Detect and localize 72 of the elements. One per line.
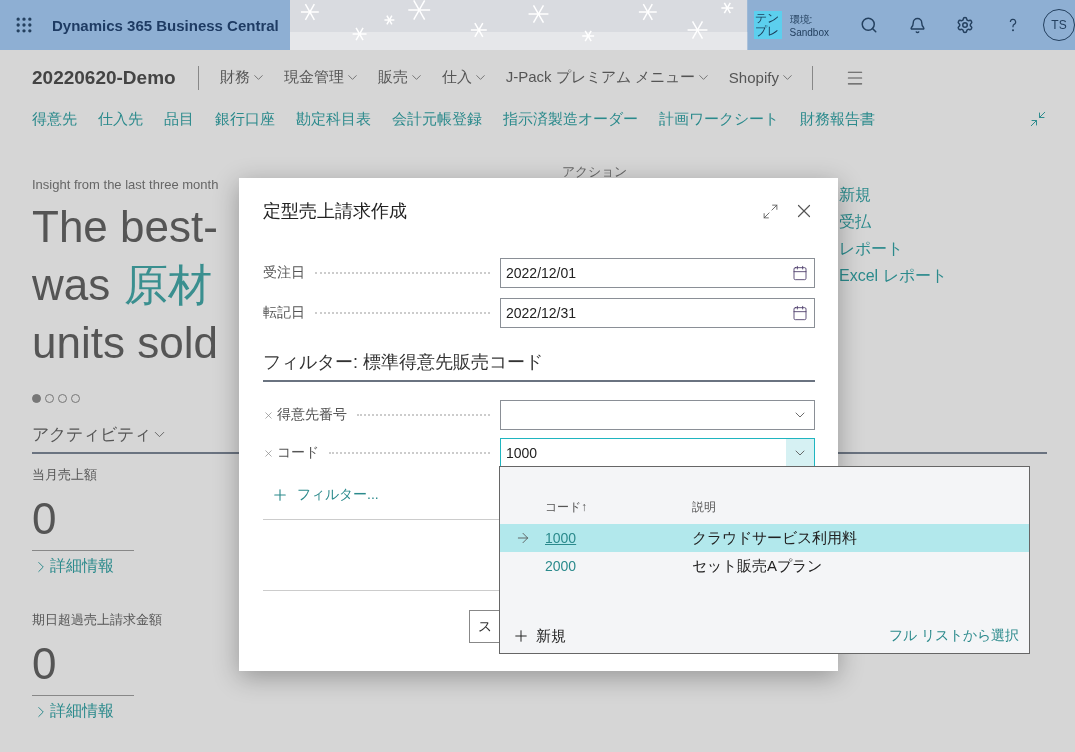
calendar-icon[interactable]	[792, 265, 808, 281]
app-title: Dynamics 365 Business Central	[52, 16, 279, 34]
nav-link[interactable]: 仕入先	[98, 109, 143, 129]
nav-menu[interactable]: 仕入	[432, 68, 497, 87]
code-link[interactable]: 1000	[545, 530, 692, 546]
headline-text: units sold	[32, 317, 218, 369]
nav-menu[interactable]: 販売	[368, 68, 433, 87]
field-label: 受注日	[263, 264, 305, 282]
settings-icon	[956, 16, 974, 34]
expand-button[interactable]	[762, 202, 779, 220]
headline-item-link[interactable]: 原材	[124, 256, 213, 314]
expand-icon	[762, 202, 779, 220]
field-label: 転記日	[263, 304, 305, 322]
calendar-icon[interactable]	[792, 305, 808, 321]
action-link[interactable]: 新規	[839, 185, 947, 206]
nav-link[interactable]: 計画ワークシート	[659, 109, 779, 129]
action-link[interactable]: Excel レポート	[839, 266, 947, 287]
lookup-row[interactable]: 1000 クラウドサービス利用料	[500, 524, 1029, 552]
tile-label: 当月売上額	[32, 466, 97, 484]
dialog-title: 定型売上請求作成	[263, 200, 407, 223]
collapse-button[interactable]	[1029, 110, 1047, 128]
nav-link[interactable]: 会計元帳登録	[392, 109, 482, 129]
plus-icon	[271, 486, 289, 504]
insight-caption: Insight from the last three month	[32, 177, 220, 192]
bell-icon	[908, 16, 926, 34]
action-link[interactable]: 受払	[839, 212, 947, 233]
remove-filter-icon[interactable]	[263, 447, 274, 459]
tile-label: 期日超過売上請求金額	[32, 611, 162, 629]
nav-menu[interactable]: 現金管理	[274, 68, 369, 87]
add-filter-button[interactable]: フィルター...	[263, 486, 379, 504]
date-field[interactable]: 2022/12/31	[500, 298, 815, 328]
plus-icon	[512, 627, 530, 645]
details-link[interactable]: 詳細情報	[32, 701, 114, 722]
environment-label: 環境:	[789, 12, 814, 27]
new-button[interactable]: 新規	[512, 626, 566, 646]
code-link[interactable]: 2000	[545, 558, 692, 574]
company-name: 20220620-Demo	[32, 66, 176, 89]
nav-link[interactable]: 指示済製造オーダー	[503, 109, 638, 129]
headline-text: The best-	[32, 201, 218, 253]
nav-link[interactable]: 得意先	[32, 109, 77, 129]
tile-value: 0	[32, 639, 57, 689]
details-link[interactable]: 詳細情報	[32, 556, 114, 577]
environment-name: Sandbox	[789, 26, 829, 38]
activities-heading[interactable]: アクティビティ	[32, 423, 168, 446]
nav-link[interactable]: 勘定科目表	[296, 109, 371, 129]
tile-value: 0	[32, 494, 57, 544]
nav-link[interactable]: 銀行口座	[215, 109, 275, 129]
filter-label: コード	[277, 444, 319, 462]
nav-menu[interactable]: 財務	[210, 68, 275, 87]
action-link[interactable]: レポート	[839, 239, 947, 260]
nav-menu[interactable]: J-Pack プレミアム メニュー	[496, 68, 720, 87]
nav-link[interactable]: 品目	[164, 109, 194, 129]
search-icon	[860, 16, 878, 34]
environment-badge: テンプレ	[753, 11, 782, 39]
lookup-row[interactable]: 2000 セット販売Aプラン	[500, 552, 1029, 580]
section-title: フィルター: 標準得意先販売コード	[263, 350, 815, 382]
remove-filter-icon[interactable]	[263, 409, 274, 421]
lookup-field[interactable]	[500, 400, 815, 430]
full-list-link[interactable]: フル リストから選択	[889, 627, 1019, 645]
date-field[interactable]: 2022/12/01	[500, 258, 815, 288]
nav-link[interactable]: 財務報告書	[800, 109, 875, 129]
headline-text: was	[32, 259, 111, 311]
column-header[interactable]: コード↑	[545, 499, 692, 524]
filter-label: 得意先番号	[277, 406, 347, 424]
nav-menu[interactable]: Shopify	[719, 69, 804, 86]
actions-heading: アクション	[562, 163, 628, 181]
description-cell: クラウドサービス利用料	[692, 528, 857, 548]
column-header[interactable]: 説明	[692, 499, 716, 524]
carousel-dot[interactable]	[32, 394, 41, 403]
collapse-icon	[1029, 110, 1047, 128]
description-cell: セット販売Aプラン	[692, 556, 822, 576]
app-launcher-icon[interactable]	[14, 15, 34, 35]
